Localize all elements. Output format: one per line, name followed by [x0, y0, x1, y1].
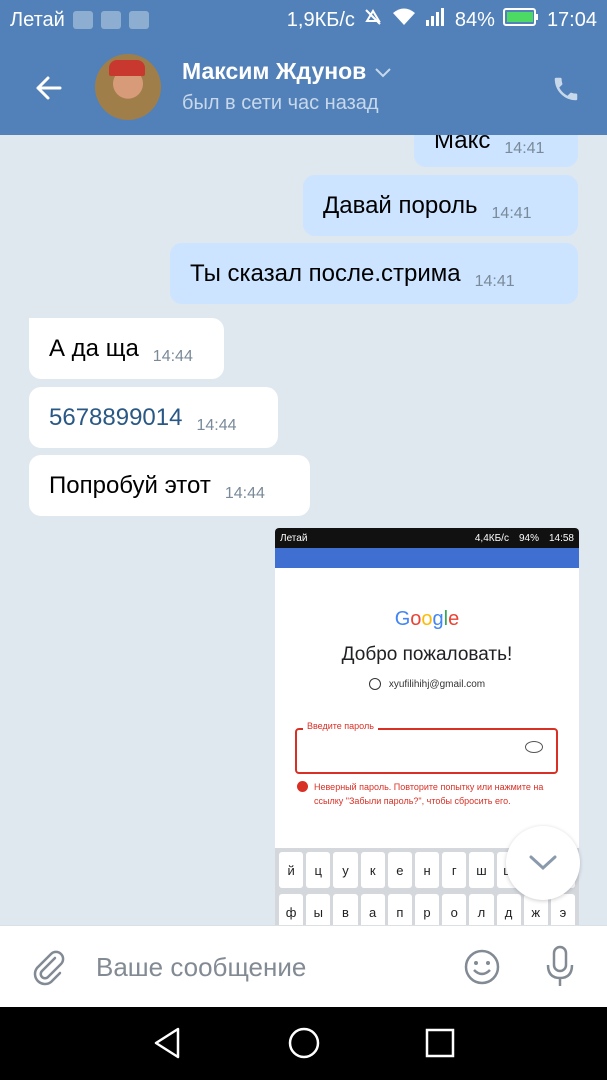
keyboard-key: л — [469, 894, 494, 925]
chevron-down-icon[interactable] — [374, 58, 392, 85]
message-text: Макс — [434, 135, 491, 154]
clock: 17:04 — [546, 8, 597, 31]
status-bar: Летай 1,9КБ/с 84% 17:04 — [0, 0, 607, 40]
google-logo: Google — [394, 608, 460, 630]
battery-percent: 84% — [454, 8, 495, 31]
avatar[interactable] — [95, 54, 161, 120]
message-text: Давай пороль — [323, 191, 478, 219]
last-seen-status: был в сети час назад — [182, 92, 379, 114]
error-icon — [297, 781, 308, 792]
incoming-message[interactable]: Попробуй этот 14:44 — [29, 455, 310, 516]
keyboard-key: ф — [279, 894, 304, 925]
signal-icon — [425, 7, 447, 33]
app-notification-icon — [100, 11, 121, 29]
home-circle-icon[interactable] — [286, 1025, 322, 1061]
music-notification-icon — [72, 11, 93, 29]
keyboard-key: в — [333, 894, 358, 925]
keyboard-key: ц — [306, 852, 331, 888]
phone-number-link[interactable]: 5678899014 — [49, 404, 182, 432]
outgoing-message[interactable]: Давай пороль 14:41 — [303, 175, 578, 236]
message-text: Попробуй этот — [49, 471, 211, 499]
chat-header: Максим Ждунов был в сети час назад — [0, 40, 607, 135]
incoming-message[interactable]: 5678899014 14:44 — [29, 387, 278, 448]
keyboard-key: к — [360, 852, 385, 888]
message-time: 14:41 — [491, 204, 532, 222]
chevron-down-icon — [529, 855, 557, 871]
phone-call-icon[interactable] — [551, 74, 581, 104]
paperclip-icon[interactable] — [28, 946, 68, 986]
contact-name[interactable]: Максим Ждунов — [182, 58, 392, 85]
back-triangle-icon[interactable] — [150, 1025, 186, 1061]
message-time: 14:44 — [196, 416, 237, 434]
incoming-message[interactable]: А да ща 14:44 — [29, 318, 224, 379]
keyboard-key: р — [414, 894, 440, 925]
keyboard-key: ш — [469, 852, 494, 888]
screenshot-app-bar — [275, 548, 579, 568]
keyboard-key: г — [442, 852, 467, 888]
keyboard-key: н — [414, 852, 440, 888]
message-time: 14:41 — [474, 272, 515, 290]
network-speed: 1,9КБ/с — [286, 8, 355, 31]
keyboard-key: э — [550, 894, 576, 925]
wifi-icon — [391, 7, 417, 33]
account-circle-icon — [368, 678, 381, 690]
welcome-heading: Добро пожаловать! — [341, 644, 513, 665]
keyboard-key: й — [279, 852, 304, 888]
carrier-label: Летай — [10, 8, 65, 31]
emoji-icon[interactable] — [463, 948, 501, 986]
message-list[interactable]: Макс 14:41 Давай пороль 14:41 Ты сказал … — [0, 135, 607, 925]
image-notification-icon — [128, 11, 149, 29]
keyboard-row: фывапролджэ — [277, 894, 577, 925]
password-field — [295, 728, 558, 774]
back-arrow-icon[interactable] — [30, 68, 70, 108]
keyboard-key: а — [360, 894, 385, 925]
keyboard-key: у — [333, 852, 358, 888]
keyboard-key: е — [387, 852, 412, 888]
message-input[interactable] — [96, 950, 436, 984]
message-composer — [0, 925, 607, 1007]
eye-icon — [525, 741, 543, 753]
microphone-icon[interactable] — [540, 944, 580, 990]
password-label: Введите пароль — [303, 721, 378, 731]
account-chip: xyufilihihj@gmail.com — [275, 678, 579, 690]
screenshot-status-bar: Летай 4,4КБ/с 94% 14:58 — [275, 528, 579, 548]
battery-icon — [502, 7, 539, 33]
keyboard-key: д — [496, 894, 521, 925]
outgoing-message[interactable]: Макс 14:41 — [414, 135, 578, 167]
keyboard-key: п — [387, 894, 412, 925]
error-message: Неверный пароль. Повторите попытку или н… — [297, 780, 557, 808]
message-text: Ты сказал после.стрима — [190, 259, 461, 287]
keyboard-key: о — [442, 894, 467, 925]
navigation-bar — [0, 1007, 607, 1080]
keyboard-key: ы — [306, 894, 331, 925]
silent-mode-icon — [363, 7, 383, 33]
recents-square-icon[interactable] — [422, 1025, 458, 1061]
message-time: 14:41 — [504, 140, 545, 157]
message-time: 14:44 — [224, 484, 265, 502]
message-text: А да ща — [49, 334, 139, 362]
scroll-to-bottom-button[interactable] — [506, 826, 580, 900]
outgoing-message[interactable]: Ты сказал после.стрима 14:41 — [170, 243, 578, 304]
message-time: 14:44 — [152, 347, 193, 365]
